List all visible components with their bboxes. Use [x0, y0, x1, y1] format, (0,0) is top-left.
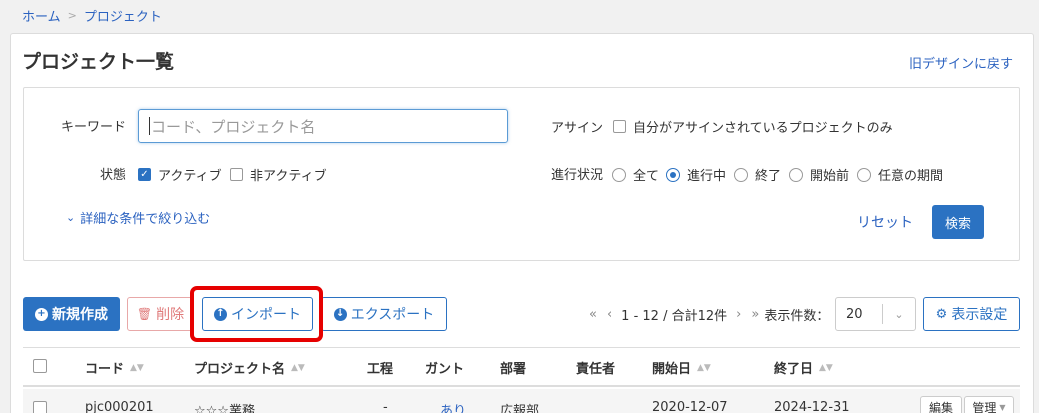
radio-icon [857, 167, 871, 182]
row-checkbox[interactable] [33, 401, 47, 413]
old-design-link[interactable]: 旧デザインに戻す [909, 53, 1013, 72]
page-title: プロジェクト一覧 [22, 51, 175, 73]
checkbox-icon [613, 120, 626, 133]
progress-label: 進行状況 [551, 168, 604, 183]
column-project-name-label: プロジェクト名 [194, 362, 286, 377]
text-caret [149, 117, 150, 135]
breadcrumb-home-link[interactable]: ホーム [22, 6, 61, 25]
column-header-start-date[interactable]: 開始日 ▲▼ [652, 358, 711, 377]
column-code-label: コード [85, 362, 125, 377]
column-header-code[interactable]: コード ▲▼ [85, 358, 144, 377]
column-header-department: 部署 [500, 358, 526, 377]
progress-custom-period-label: 任意の期間 [878, 169, 944, 184]
progress-radio-finished[interactable]: 終了 [734, 165, 781, 184]
column-header-owner: 責任者 [576, 358, 615, 377]
sort-icon: ▲▼ [819, 362, 833, 373]
assign-only-label: 自分がアサインされているプロジェクトのみ [633, 121, 893, 136]
chevron-down-icon: ⌄ [894, 307, 904, 321]
row-code: pjc000201 [85, 400, 154, 413]
progress-radio-custom-period[interactable]: 任意の期間 [857, 165, 943, 184]
radio-icon [734, 167, 748, 182]
assign-only-checkbox[interactable]: 自分がアサインされているプロジェクトのみ [613, 117, 893, 136]
delete-label: 削除 [156, 307, 185, 323]
assign-label: アサイン [551, 121, 604, 136]
row-department: 広報部 [500, 404, 540, 413]
breadcrumb-current-link[interactable]: プロジェクト [84, 6, 162, 25]
pager-range-text: 1 - 12 / 合計12件 [621, 309, 728, 324]
status-inactive-label: 非アクティブ [250, 169, 327, 184]
status-active-checkbox[interactable]: ✓ アクティブ [138, 165, 222, 184]
radio-icon [612, 167, 626, 182]
row-manage-label: 管理 [972, 400, 997, 413]
progress-radio-not-started[interactable]: 開始前 [789, 165, 849, 184]
column-gantt-label: ガント [425, 362, 465, 377]
sort-icon: ▲▼ [130, 362, 144, 373]
row-start-date: 2020-12-07 [652, 400, 728, 413]
select-all-checkbox[interactable] [33, 359, 47, 373]
column-header-project-name[interactable]: プロジェクト名 ▲▼ [194, 358, 305, 377]
row-gantt-link[interactable]: あり [440, 404, 466, 413]
detail-filter-label: 詳細な条件で絞り込む [80, 212, 211, 227]
sort-icon: ▲▼ [697, 362, 711, 373]
import-highlight-box [190, 286, 323, 342]
status-active-label: アクティブ [158, 169, 222, 184]
radio-selected-icon [666, 167, 680, 182]
per-page-label: 表示件数： [764, 309, 830, 324]
column-header-end-date[interactable]: 終了日 ▲▼ [774, 358, 833, 377]
new-project-label: 新規作成 [52, 307, 108, 323]
column-start-date-label: 開始日 [652, 362, 692, 377]
chevron-down-icon: ⌄ [66, 211, 76, 224]
last-page-icon[interactable]: » [751, 307, 759, 322]
progress-in-progress-label: 進行中 [687, 169, 727, 184]
checkbox-checked-icon: ✓ [138, 168, 151, 181]
row-project-name[interactable]: ☆☆☆業務 [194, 400, 255, 413]
progress-finished-label: 終了 [755, 169, 782, 184]
gear-icon: ⚙ [935, 306, 948, 322]
pagination: « ‹ 1 - 12 / 合計12件 › » 表示件数： [584, 305, 829, 324]
detail-filter-link[interactable]: ⌄ 詳細な条件で絞り込む [66, 208, 210, 227]
export-label: エクスポート [350, 307, 435, 323]
column-end-date-label: 終了日 [774, 362, 814, 377]
first-page-icon[interactable]: « [589, 307, 597, 322]
export-button[interactable]: ↓ エクスポート [321, 297, 447, 331]
per-page-value: 20 [846, 306, 863, 322]
row-process: - [383, 400, 388, 413]
progress-not-started-label: 開始前 [810, 169, 850, 184]
reset-link[interactable]: リセット [857, 212, 913, 232]
progress-all-label: 全て [633, 169, 660, 184]
download-circle-icon: ↓ [333, 307, 347, 321]
row-gantt[interactable]: あり [440, 400, 466, 413]
progress-radio-in-progress[interactable]: 進行中 [666, 165, 726, 184]
delete-button[interactable]: 🗑 削除 [127, 297, 194, 331]
status-inactive-checkbox[interactable]: 非アクティブ [230, 165, 327, 184]
breadcrumb: ホーム > プロジェクト [22, 6, 162, 25]
radio-icon [789, 167, 803, 182]
progress-radio-all[interactable]: 全て [612, 165, 659, 184]
column-header-process: 工程 [367, 358, 393, 377]
prev-page-icon[interactable]: ‹ [607, 307, 612, 322]
column-process-label: 工程 [367, 362, 394, 377]
row-edit-button[interactable]: 編集 [920, 396, 962, 413]
search-button[interactable]: 検索 [932, 205, 984, 239]
keyword-placeholder: コード、プロジェクト名 [151, 117, 316, 136]
per-page-select[interactable]: 20 ⌄ [835, 297, 916, 331]
next-page-icon[interactable]: › [736, 307, 741, 322]
plus-circle-icon: + [35, 307, 48, 321]
sort-icon: ▲▼ [291, 362, 305, 373]
column-header-gantt: ガント [425, 358, 464, 377]
row-manage-button[interactable]: 管理 ▼ [964, 396, 1014, 413]
trash-icon: 🗑 [136, 307, 153, 321]
caret-down-icon: ▼ [999, 402, 1006, 412]
column-owner-label: 責任者 [576, 362, 616, 377]
column-department-label: 部署 [500, 362, 527, 377]
breadcrumb-separator: > [67, 9, 77, 22]
status-label: 状態 [100, 168, 127, 183]
row-end-date: 2024-12-31 [774, 400, 850, 413]
display-settings-label: 表示設定 [951, 307, 1008, 323]
display-settings-button[interactable]: ⚙ 表示設定 [923, 297, 1020, 331]
checkbox-icon [230, 168, 243, 181]
keyword-label: キーワード [61, 120, 127, 135]
new-project-button[interactable]: + 新規作成 [23, 297, 120, 331]
keyword-input[interactable]: コード、プロジェクト名 [138, 109, 508, 143]
